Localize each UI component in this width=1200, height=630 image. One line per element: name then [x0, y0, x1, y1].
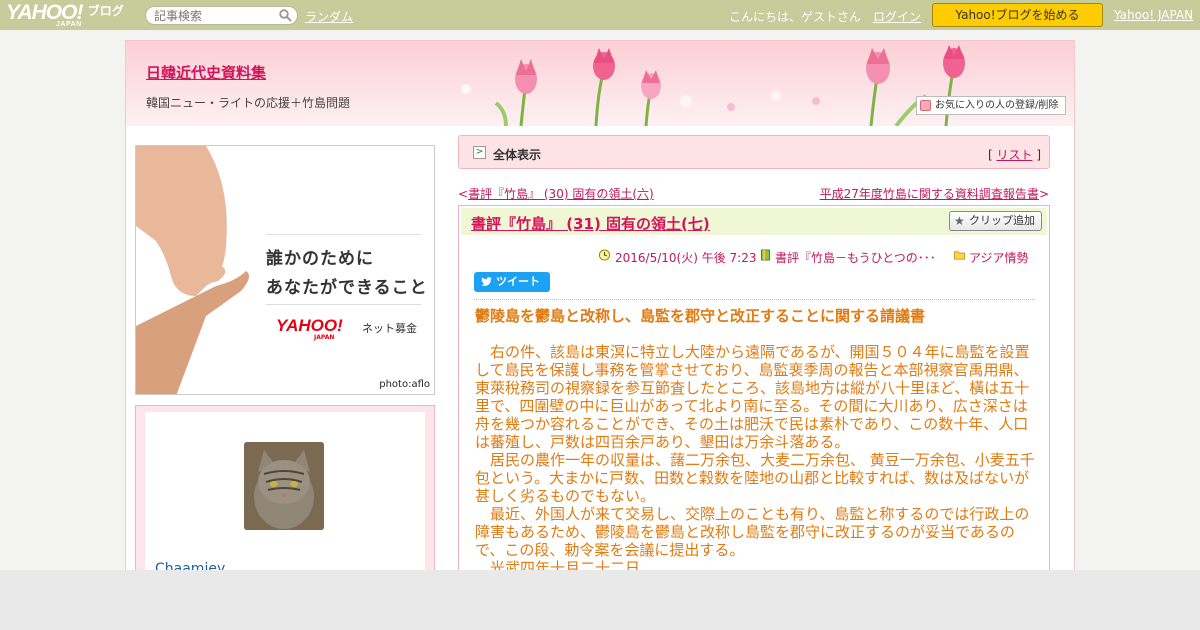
tulip-icon [593, 48, 615, 126]
folder-icon [954, 251, 965, 260]
next-article-link[interactable]: 平成27年度竹島に関する資料調査報告書 [820, 187, 1039, 201]
yahoo-japan-link[interactable]: Yahoo! JAPAN [1114, 8, 1193, 22]
search-input[interactable] [154, 8, 274, 23]
ad-service-name: ネット募金 [362, 322, 417, 335]
article-heading: 鬱陵島を鬱島と改称し、島監を郡守と改正することに関する請議書 [475, 307, 926, 325]
view-all-bar: > 全体表示 [ リスト ] [458, 135, 1050, 169]
hands-image [136, 146, 250, 394]
article-body: 右の件、該島は東溟に特立し大陸から遠隔であるが、開国５０４年に島監を設置して島民… [475, 343, 1037, 577]
list-link-wrapper: [ リスト ] [988, 146, 1041, 163]
book-category-link[interactable]: 書評『竹島－もうひとつの･･･ [775, 249, 936, 266]
article-date-link[interactable]: 2016/5/10(火) 午後 7:23 [615, 249, 756, 266]
view-all-label[interactable]: 全体表示 [493, 146, 541, 163]
next-article-nav: 平成27年度竹島に関する資料調査報告書> [820, 185, 1049, 202]
avatar[interactable] [244, 442, 324, 530]
article-divider [474, 299, 1035, 300]
tulip-icon [866, 48, 890, 126]
bracket-close: ] [1032, 148, 1041, 162]
login-link[interactable]: ログイン [873, 8, 921, 25]
chevron-right-icon[interactable]: > [473, 146, 486, 159]
search-box [145, 6, 298, 25]
ad-yahoo-logo: YAHOO! [276, 316, 343, 335]
twitter-bird-icon [481, 277, 492, 286]
prev-article-nav: <書評『竹島』 (30) 固有の領土(六) [458, 185, 654, 202]
ad-photo-credit: photo:aflo [379, 379, 430, 390]
article-paragraph: 居民の農作一年の収量は、藷二万余包、大麦二万余包、 黄豆一万余包、小麦五千包とい… [475, 451, 1035, 505]
article-paragraph: 最近、外国人が来て交易し、交際上のことも有り、島監と称するのでは行政上の障害もあ… [475, 505, 1030, 559]
book-icon [760, 249, 771, 261]
logo-yahoo-text: YAHOO! [6, 1, 83, 24]
article-title-link[interactable]: 書評『竹島』 (31) 固有の領土(七) [471, 213, 710, 234]
next-marker: > [1038, 187, 1049, 201]
ad-headline-1: 誰かのために [266, 249, 374, 269]
profile-inner: Chaamiey [145, 412, 425, 577]
logo-blog-text: ブログ [87, 4, 124, 18]
favorite-icon [920, 100, 931, 111]
article-header: 書評『竹島』 (31) 固有の領土(七) ★ クリップ追加 [461, 208, 1047, 235]
search-icon[interactable] [279, 9, 292, 22]
logo-japan-text: JAPAN [56, 21, 82, 28]
random-link[interactable]: ランダム [305, 8, 353, 25]
top-navigation-bar: YAHOO! JAPAN ブログ ランダム こんにちは、ゲストさん ログイン Y… [0, 0, 1200, 30]
ad-divider [266, 234, 421, 235]
page-bottom-strip [0, 570, 1200, 630]
article-panel: 書評『竹島』 (31) 固有の領土(七) ★ クリップ追加 2016/5/10(… [458, 205, 1050, 577]
ad-divider [266, 304, 421, 305]
blog-description: 韓国ニュー・ライトの応援＋竹島問題 [146, 96, 351, 110]
add-clip-button[interactable]: ★ クリップ追加 [949, 211, 1042, 231]
tweet-button-label: ツイート [496, 276, 540, 288]
tweet-button[interactable]: ツイート [474, 272, 550, 292]
ad-yahoo-japan-text: JAPAN [314, 334, 335, 341]
tulip-icon [641, 70, 661, 126]
guest-greeting: こんにちは、ゲストさん [729, 10, 862, 24]
favorite-button-label: お気に入りの人の登録/削除 [935, 100, 1059, 111]
clip-button-label: クリップ追加 [969, 214, 1035, 227]
prev-marker: < [458, 187, 469, 201]
charity-ad-banner[interactable]: 誰かのために あなたができること YAHOO! JAPAN ネット募金 phot… [135, 145, 435, 395]
folder-category-link[interactable]: アジア情勢 [969, 249, 1029, 266]
favorite-register-button[interactable]: お気に入りの人の登録/削除 [916, 96, 1066, 115]
prev-article-link[interactable]: 書評『竹島』 (30) 固有の領土(六) [468, 187, 654, 201]
start-blog-button[interactable]: Yahoo!ブログを始める [932, 3, 1103, 27]
blog-header: 日韓近代史資料集 韓国ニュー・ライトの応援＋竹島問題 お気に入りの人の登録/削除 [126, 41, 1074, 126]
tulip-icon [515, 59, 537, 126]
blog-title-link[interactable]: 日韓近代史資料集 [146, 62, 266, 83]
yahoo-blog-logo[interactable]: YAHOO! JAPAN ブログ [6, 1, 124, 28]
ad-headline-2: あなたができること [266, 278, 428, 298]
list-link[interactable]: リスト [996, 148, 1032, 162]
clock-icon [598, 249, 611, 261]
article-paragraph: 右の件、該島は東溟に特立し大陸から遠隔であるが、開国５０４年に島監を設置して島民… [475, 343, 1030, 451]
star-icon: ★ [954, 214, 965, 228]
profile-box: Chaamiey [135, 405, 435, 577]
